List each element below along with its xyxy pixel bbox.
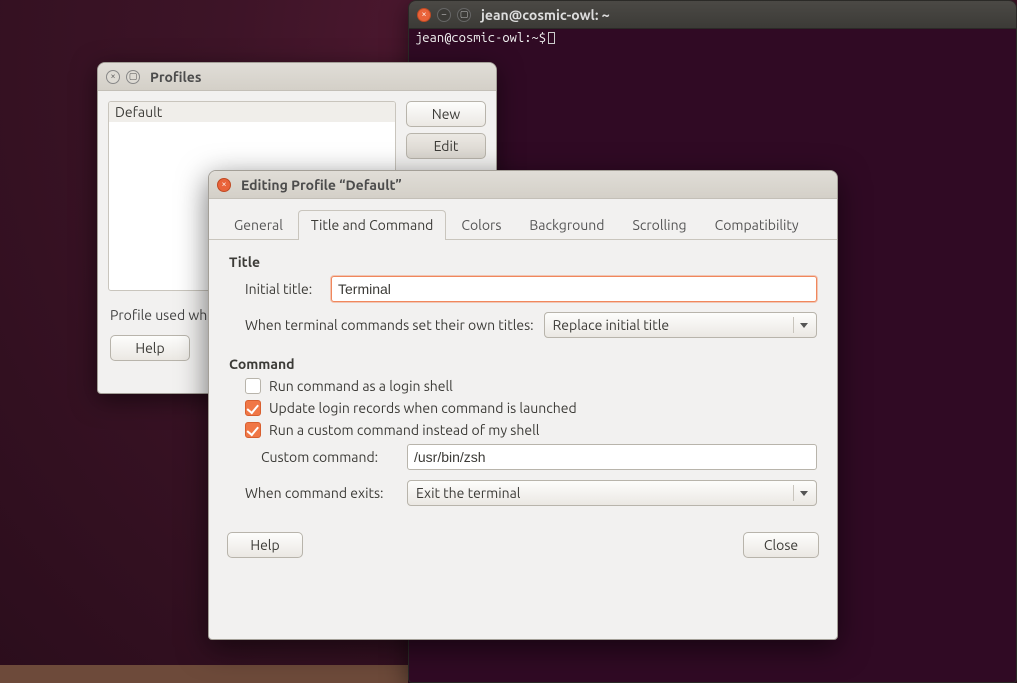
terminal-prompt: jean@cosmic-owl:~$ bbox=[415, 31, 546, 45]
initial-title-input[interactable] bbox=[331, 276, 817, 302]
dialog-title: Editing Profile “Default” bbox=[241, 177, 402, 193]
run-custom-command-checkbox[interactable] bbox=[245, 422, 261, 438]
chevron-down-icon bbox=[800, 323, 808, 328]
close-button[interactable]: Close bbox=[743, 532, 819, 558]
help-button[interactable]: Help bbox=[110, 335, 190, 361]
title-section-head: Title bbox=[229, 254, 817, 270]
custom-command-input[interactable] bbox=[407, 444, 817, 470]
login-shell-label: Run command as a login shell bbox=[269, 378, 453, 394]
when-own-titles-dropdown[interactable]: Replace initial title bbox=[544, 312, 817, 338]
terminal-body[interactable]: jean@cosmic-owl:~$ bbox=[409, 29, 1016, 47]
login-shell-checkbox[interactable] bbox=[245, 378, 261, 394]
command-section-head: Command bbox=[229, 356, 817, 372]
new-button[interactable]: New bbox=[406, 101, 486, 127]
tab-strip: General Title and Command Colors Backgro… bbox=[209, 199, 837, 240]
tab-colors[interactable]: Colors bbox=[448, 210, 514, 240]
dropdown-value: Exit the terminal bbox=[416, 485, 520, 501]
chevron-down-icon bbox=[800, 491, 808, 496]
help-button[interactable]: Help bbox=[227, 532, 303, 558]
profiles-titlebar[interactable]: × ▢ Profiles bbox=[98, 63, 496, 91]
update-login-records-checkbox[interactable] bbox=[245, 400, 261, 416]
tab-scrolling[interactable]: Scrolling bbox=[620, 210, 700, 240]
maximize-icon[interactable]: ▢ bbox=[457, 8, 471, 22]
close-icon[interactable]: × bbox=[217, 178, 231, 192]
dropdown-value: Replace initial title bbox=[553, 317, 669, 333]
cursor-icon bbox=[548, 32, 555, 44]
when-own-titles-label: When terminal commands set their own tit… bbox=[245, 317, 534, 333]
maximize-icon[interactable]: ▢ bbox=[126, 70, 140, 84]
editing-profile-dialog: × Editing Profile “Default” General Titl… bbox=[208, 170, 838, 640]
update-login-records-label: Update login records when command is lau… bbox=[269, 400, 577, 416]
initial-title-label: Initial title: bbox=[245, 281, 321, 297]
dialog-titlebar[interactable]: × Editing Profile “Default” bbox=[209, 171, 837, 199]
tab-title-and-command[interactable]: Title and Command bbox=[298, 210, 447, 240]
tab-compatibility[interactable]: Compatibility bbox=[702, 210, 812, 240]
list-item[interactable]: Default bbox=[109, 102, 395, 122]
terminal-titlebar[interactable]: × – ▢ jean@cosmic-owl: ~ bbox=[409, 1, 1016, 29]
when-command-exits-label: When command exits: bbox=[245, 485, 397, 501]
when-command-exits-dropdown[interactable]: Exit the terminal bbox=[407, 480, 817, 506]
edit-button[interactable]: Edit bbox=[406, 133, 486, 159]
custom-command-label: Custom command: bbox=[261, 449, 397, 465]
minimize-icon[interactable]: – bbox=[437, 8, 451, 22]
tab-content: Title Initial title: When terminal comma… bbox=[209, 240, 837, 520]
close-icon[interactable]: × bbox=[417, 8, 431, 22]
profiles-title: Profiles bbox=[150, 69, 201, 85]
tab-background[interactable]: Background bbox=[516, 210, 617, 240]
run-custom-command-label: Run a custom command instead of my shell bbox=[269, 422, 539, 438]
close-icon[interactable]: × bbox=[106, 70, 120, 84]
tab-general[interactable]: General bbox=[221, 210, 296, 240]
terminal-title: jean@cosmic-owl: ~ bbox=[481, 7, 610, 23]
